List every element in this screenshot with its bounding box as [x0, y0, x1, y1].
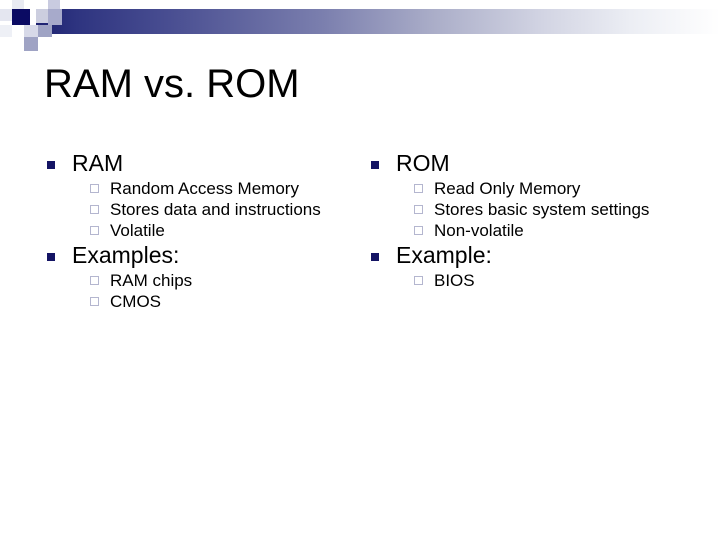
hollow-square-bullet-icon: [90, 184, 99, 194]
hollow-square-bullet-icon: [90, 296, 99, 306]
bullet-list-level2: Random Access Memory Stores data and inst…: [90, 179, 344, 241]
bullet-level2-label: Volatile: [110, 220, 165, 240]
bullet-level2: BIOS: [414, 271, 684, 291]
bullet-level2-label: CMOS: [110, 291, 161, 311]
decorative-square: [0, 9, 12, 21]
hollow-square-bullet-icon: [414, 275, 423, 285]
bullet-level1-label: Examples:: [72, 241, 180, 268]
bullet-list-level2: BIOS: [414, 271, 684, 291]
bullet-level2-label: Read Only Memory: [434, 179, 581, 199]
bullet-level2: RAM chips: [90, 271, 344, 291]
decorative-square: [12, 9, 30, 25]
decorative-square: [38, 25, 52, 37]
sub-bullet-wrapper: RAM chips CMOS: [72, 271, 344, 312]
bullet-list-ram: RAM Random Access Memory Stores data and i…: [44, 150, 344, 312]
bullet-list-level2: RAM chips CMOS: [90, 271, 344, 312]
bullet-level1: Examples: RAM chips CMOS: [44, 242, 344, 312]
bullet-level2: Read Only Memory: [414, 179, 684, 199]
hollow-square-bullet-icon: [414, 205, 423, 214]
bullet-list-rom: ROM Read Only Memory Stores basic system s…: [368, 150, 684, 291]
bullet-level2-label: BIOS: [434, 270, 475, 290]
bullet-level2-label: Non-volatile: [434, 220, 524, 240]
bullet-level2: Non-volatile: [414, 221, 684, 241]
slide-header-decoration: [0, 0, 720, 56]
decorative-square: [24, 37, 38, 51]
bullet-level2: Stores basic system settings: [414, 200, 684, 220]
filled-square-bullet-icon: [47, 252, 55, 261]
decorative-square: [0, 25, 12, 37]
hollow-square-bullet-icon: [414, 184, 423, 194]
hollow-square-bullet-icon: [90, 275, 99, 285]
header-gradient-bar: [36, 9, 720, 34]
bullet-level2-label: Stores basic system settings: [434, 200, 650, 219]
content-column-ram: RAM Random Access Memory Stores data and i…: [44, 150, 344, 313]
content-column-rom: ROM Read Only Memory Stores basic system s…: [368, 150, 684, 292]
bullet-level2: CMOS: [90, 292, 344, 312]
bullet-level1-label: ROM: [396, 150, 450, 176]
bullet-level2-label: RAM chips: [110, 270, 193, 290]
sub-bullet-wrapper: BIOS: [396, 271, 684, 291]
hollow-square-bullet-icon: [90, 225, 99, 235]
decorative-square: [48, 9, 62, 25]
bullet-level2: Stores data and instructions: [90, 200, 344, 220]
bullet-level1-label: RAM: [72, 150, 124, 176]
sub-bullet-wrapper: Random Access Memory Stores data and inst…: [72, 179, 344, 241]
decorative-square: [24, 25, 38, 37]
bullet-level1: Example: BIOS: [368, 242, 684, 291]
filled-square-bullet-icon: [371, 252, 379, 261]
filled-square-bullet-icon: [47, 161, 55, 169]
decorative-square: [36, 9, 48, 23]
bullet-level2: Volatile: [90, 221, 344, 241]
bullet-level2-label: Random Access Memory: [110, 179, 299, 199]
title-placeholder: RAM vs. ROM: [44, 62, 684, 126]
hollow-square-bullet-icon: [414, 225, 423, 235]
hollow-square-bullet-icon: [90, 205, 99, 214]
slide-body: RAM Random Access Memory Stores data and i…: [0, 150, 720, 530]
bullet-level2-label: Stores data and instructions: [110, 200, 321, 219]
bullet-level1: RAM Random Access Memory Stores data and i…: [44, 150, 344, 241]
bullet-level1: ROM Read Only Memory Stores basic system s…: [368, 150, 684, 241]
sub-bullet-wrapper: Read Only Memory Stores basic system sett…: [396, 179, 684, 241]
bullet-level2: Random Access Memory: [90, 179, 344, 199]
bullet-level1-label: Example:: [396, 241, 492, 268]
filled-square-bullet-icon: [371, 161, 379, 169]
bullet-list-level2: Read Only Memory Stores basic system sett…: [414, 179, 684, 241]
page-title: RAM vs. ROM: [44, 62, 300, 106]
